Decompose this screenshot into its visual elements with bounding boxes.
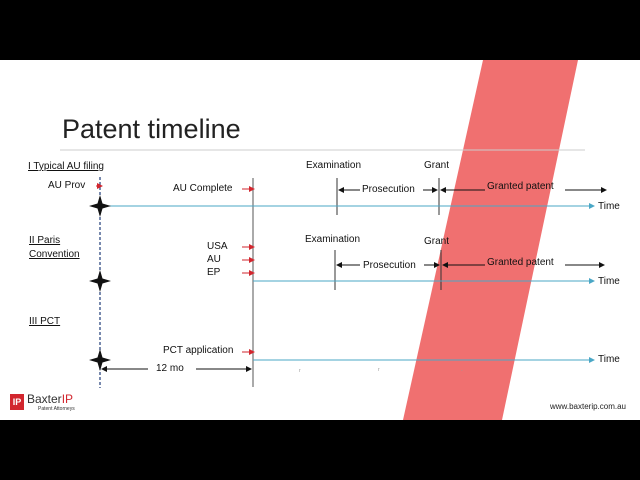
- au-label: AU: [207, 254, 221, 265]
- au-complete-label: AU Complete: [173, 183, 233, 194]
- ep-label: EP: [207, 267, 221, 278]
- twelve-mo-label: 12 mo: [156, 363, 184, 374]
- page-title: Patent timeline: [62, 114, 241, 144]
- time-label-1: Time: [598, 201, 620, 212]
- website-url: www.baxterip.com.au: [549, 402, 626, 411]
- usa-label: USA: [207, 241, 228, 252]
- prosecution-label-1: Prosecution: [362, 184, 415, 195]
- section-heading-typical: I Typical AU filing: [28, 161, 104, 172]
- grant-label-1: Grant: [424, 160, 450, 171]
- time-label-2: Time: [598, 276, 620, 287]
- logo-name-part1: Baxter: [27, 392, 62, 406]
- section-heading-paris-1: II Paris: [29, 235, 61, 246]
- logo-mark: IP: [10, 394, 24, 410]
- pct-application-label: PCT application: [163, 345, 234, 356]
- grant-label-2: Grant: [424, 236, 450, 247]
- star-1: [89, 195, 111, 217]
- granted-patent-label-2: Granted patent: [487, 257, 554, 268]
- star-2: [89, 270, 111, 292]
- svg-text:r: r: [299, 368, 301, 374]
- granted-patent-label-1: Granted patent: [487, 181, 554, 192]
- svg-text:r: r: [378, 367, 380, 373]
- section-heading-pct: III PCT: [29, 316, 61, 327]
- examination-label-1: Examination: [306, 160, 362, 171]
- prosecution-label-2: Prosecution: [363, 260, 416, 271]
- logo-tagline: Patent Attorneys: [38, 406, 75, 412]
- star-3: [89, 349, 111, 371]
- section-heading-paris-2: Convention: [29, 249, 80, 260]
- logo-name-part2: IP: [61, 392, 74, 406]
- time-label-3: Time: [598, 354, 620, 365]
- examination-label-2: Examination: [305, 234, 361, 245]
- slide: r r - Patent timeline I Typical AU filin…: [0, 60, 640, 420]
- au-prov-label: AU Prov: [48, 180, 86, 191]
